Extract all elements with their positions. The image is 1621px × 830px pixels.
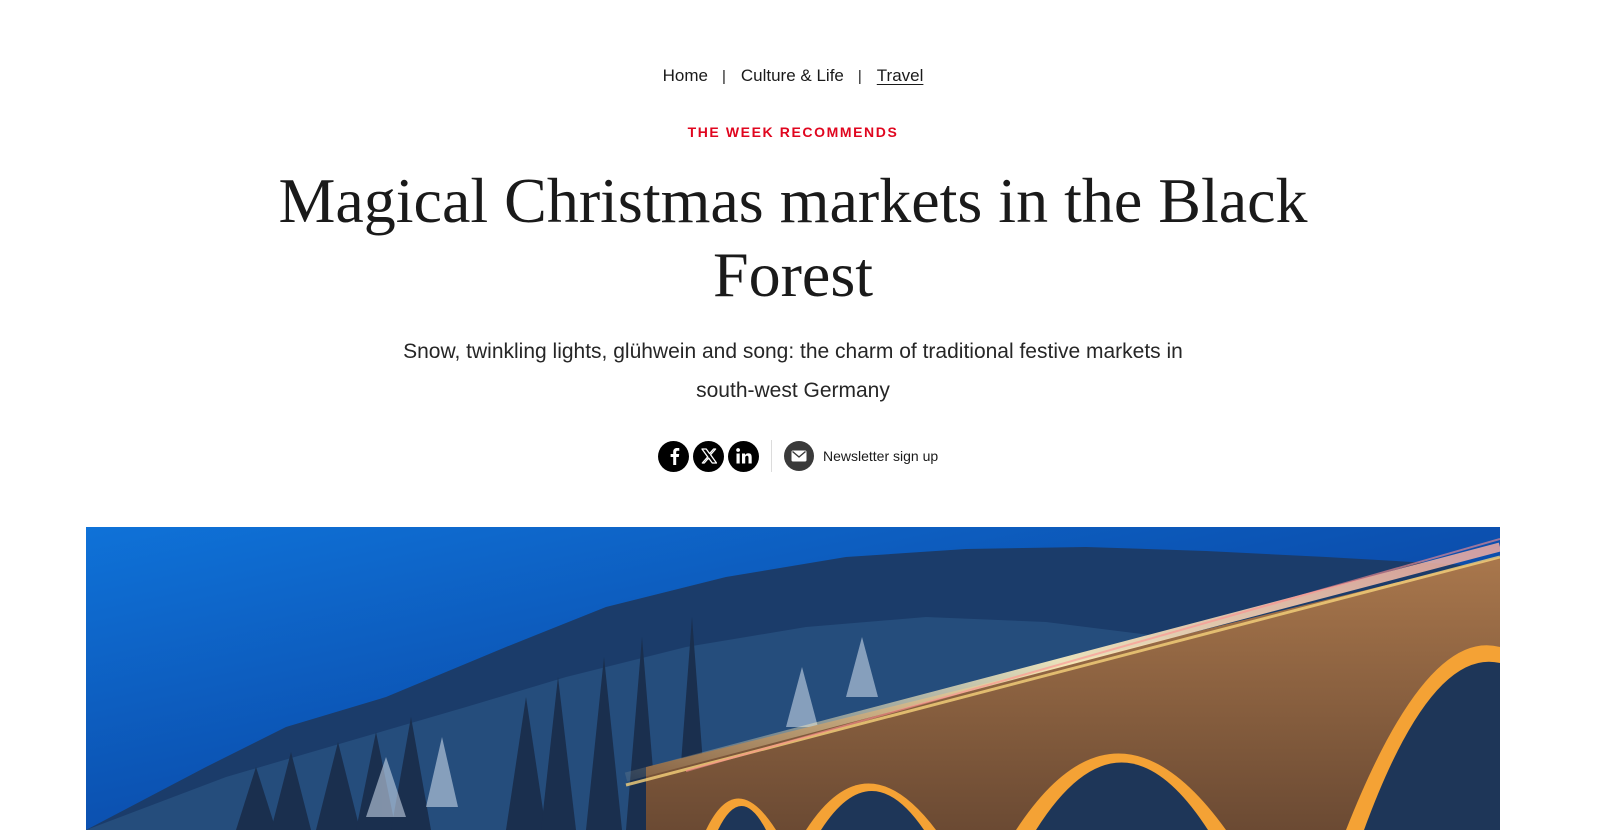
linkedin-icon (735, 448, 752, 464)
breadcrumb-culture-life-link[interactable]: Culture & Life (741, 66, 844, 86)
article-kicker: THE WEEK RECOMMENDS (687, 124, 899, 140)
envelope-icon (784, 441, 814, 471)
breadcrumb-travel-link[interactable]: Travel (877, 66, 924, 86)
facebook-share-button[interactable] (658, 440, 689, 472)
share-divider (771, 440, 772, 472)
breadcrumb: Home | Culture & Life | Travel (0, 66, 1586, 86)
facebook-icon (670, 448, 679, 465)
newsletter-signup-button[interactable]: Newsletter sign up (784, 441, 938, 471)
article-headline: Magical Christmas markets in the Black F… (278, 165, 1308, 310)
x-icon (700, 448, 717, 464)
breadcrumb-home-link[interactable]: Home (663, 66, 708, 86)
breadcrumb-separator: | (721, 67, 726, 85)
x-share-button[interactable] (693, 440, 724, 472)
hero-image (86, 527, 1500, 830)
newsletter-label: Newsletter sign up (823, 448, 939, 464)
linkedin-share-button[interactable] (728, 440, 759, 472)
share-bar: Newsletter sign up (658, 440, 938, 472)
article-standfirst: Snow, twinkling lights, glühwein and son… (403, 340, 1183, 402)
breadcrumb-separator: | (857, 67, 862, 85)
